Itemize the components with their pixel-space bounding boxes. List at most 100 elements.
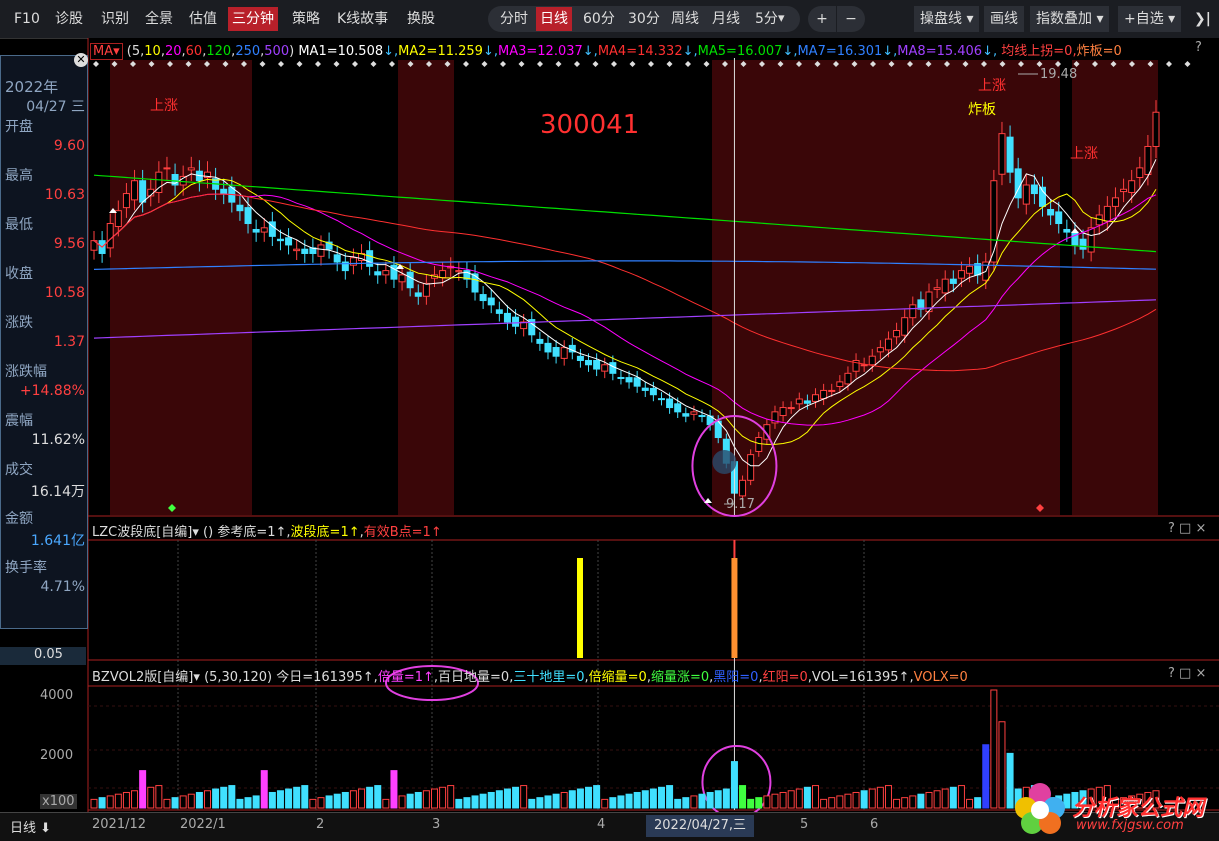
ma-indicator-select[interactable]: MA▾ — [90, 43, 123, 60]
toolbar-item-6[interactable]: 策略 — [288, 7, 324, 31]
close-info-panel-icon[interactable]: ✕ — [74, 53, 88, 67]
toolbar-item-5[interactable]: 三分钟 — [228, 7, 278, 31]
vol-bar-95 — [860, 790, 868, 809]
period-tab-1[interactable]: 日线 — [536, 7, 572, 31]
vol-bar-73 — [682, 797, 690, 809]
info-value-7: 16.14万 — [30, 484, 85, 500]
candle-body-30 — [333, 254, 341, 263]
lzc-window-controls[interactable]: ? □ × — [1168, 521, 1206, 536]
candle-body-71 — [666, 398, 674, 409]
vol-window-controls[interactable]: ? □ × — [1168, 666, 1206, 681]
vol-header: BZVOL2版[自编]▾ (5,30,120) 今日=161395↑,倍量=1↑… — [92, 670, 968, 685]
candle-body-81 — [747, 454, 755, 481]
vol-bar-100 — [901, 797, 909, 809]
toolbar-item-3[interactable]: 全景 — [141, 7, 177, 31]
ma-value-6: MA8=15.406↓, — [897, 44, 998, 59]
vol-bar-57 — [552, 793, 560, 809]
candle-body-60 — [576, 355, 584, 361]
vol-bar-102 — [917, 793, 925, 809]
vol-bar-25 — [293, 786, 301, 809]
flower-logo-icon — [1015, 783, 1065, 834]
period-tab-4[interactable]: 周线 — [667, 7, 703, 31]
vol-bar-13 — [195, 791, 203, 809]
ma-help-icon[interactable]: ? — [1195, 40, 1202, 55]
watermark-logo: 分析家公式网 www.fxjgsw.com — [1010, 778, 1215, 838]
candle-body-52 — [512, 316, 520, 327]
low-glow — [712, 450, 737, 474]
candle-body-21 — [260, 227, 268, 233]
period-tab-3[interactable]: 30分 — [624, 7, 664, 31]
vol-item-1: 倍量=1↑ — [377, 670, 434, 685]
ma-params: (5,10,20,60,120,250,500) — [126, 44, 299, 59]
strategy-line-dropdown[interactable]: 操盘线 ▾ — [914, 6, 980, 32]
candle-body-63 — [601, 364, 609, 372]
vol-bar-46 — [463, 797, 471, 809]
vol-bar-19 — [244, 797, 252, 809]
vol-bar-81 — [747, 798, 755, 809]
vol-bar-66 — [625, 793, 633, 809]
period-tab-5[interactable]: 月线 — [708, 7, 744, 31]
vol-item-5: 缩量涨=0 — [650, 670, 710, 685]
ma-val: 10.508 — [337, 44, 384, 59]
vol-bar-90 — [820, 798, 828, 809]
vol-bar-78 — [722, 788, 730, 809]
zoom-in-button[interactable]: + — [808, 6, 836, 32]
toolbar-item-2[interactable]: 识别 — [97, 7, 133, 31]
lzc-title[interactable]: LZC波段底[自编] — [92, 525, 192, 540]
candle-body-64 — [609, 362, 617, 374]
candle-body-116 — [1030, 184, 1038, 195]
info-value-4: 1.37 — [53, 334, 85, 350]
vol-bar-77 — [714, 790, 722, 809]
vol-bar-70 — [657, 786, 665, 809]
lzc-item-2: 有效B点=1↑ — [363, 525, 442, 540]
period-tab-0[interactable]: 分时 — [496, 7, 532, 31]
selected-date-label: 2022/04/27,三 — [646, 815, 755, 837]
vol-bar-103 — [925, 791, 933, 809]
vol-title[interactable]: BZVOL2版[自编] — [92, 670, 193, 685]
period-selector[interactable]: 日线 ⬇ — [10, 817, 51, 836]
vol-bar-62 — [593, 785, 601, 809]
candle-body-62 — [593, 359, 601, 370]
vol-bar-34 — [366, 786, 374, 809]
ma-name: MA3 — [497, 44, 527, 59]
zoom-out-button[interactable]: − — [837, 6, 865, 32]
vol-bar-93 — [844, 793, 852, 809]
candle-body-57 — [552, 347, 560, 357]
toolbar-item-0[interactable]: F10 — [10, 7, 44, 31]
toolbar-item-8[interactable]: 换股 — [403, 7, 439, 31]
collapse-icon[interactable]: ❯| — [1190, 7, 1215, 31]
ma-param-0: 5 — [131, 44, 141, 59]
vol-bar-36 — [382, 798, 390, 809]
vol-item-8: VOL=161395↑ — [811, 670, 910, 685]
vol-bar-85 — [779, 791, 787, 809]
toolbar: F10 诊股 识别 全景 估值 三分钟 策略 K线故事 换股 分时 日线 60分 30分 周线 月线 5分 … — [0, 0, 1219, 39]
vol-bar-23 — [276, 790, 284, 809]
vol-bar-9 — [163, 798, 171, 809]
add-watchlist-dropdown[interactable]: +自选 ▾ — [1118, 6, 1182, 32]
vol-bar-43 — [439, 786, 447, 809]
candle-body-26 — [301, 248, 309, 254]
toolbar-item-7[interactable]: K线故事 — [333, 7, 392, 31]
draw-line-button[interactable]: 画线 — [984, 6, 1024, 32]
info-label-2: 最低 — [5, 217, 33, 233]
kline-chart[interactable]: 30004119.489.17上涨 炸板上涨上涨 — [0, 38, 1219, 838]
info-value-9: 4.71% — [40, 579, 85, 595]
candle-body-130 — [1144, 145, 1152, 176]
vol-ytick-unit: x100 — [40, 794, 77, 809]
candle-body-39 — [406, 271, 414, 289]
info-label-8: 金额 — [5, 511, 33, 527]
vol-bar-101 — [909, 795, 917, 809]
index-overlay-dropdown[interactable]: 指数叠加 ▾ — [1030, 6, 1110, 32]
toolbar-item-4[interactable]: 估值 — [185, 7, 221, 31]
vol-bar-24 — [285, 788, 293, 809]
period-down-icon: ⬇ — [40, 821, 52, 836]
vol-bar-12 — [187, 793, 195, 809]
candle-body-4 — [122, 193, 130, 209]
vol-bar-105 — [941, 788, 949, 809]
toolbar-item-1[interactable]: 诊股 — [51, 7, 87, 31]
period-tab-2[interactable]: 60分 — [579, 7, 619, 31]
vol-item-4: 倍缩量=0 — [588, 670, 647, 685]
candle-body-89 — [812, 394, 820, 402]
signal-label-3: 上涨 — [1070, 146, 1098, 162]
date-label-6: 5 — [800, 817, 809, 832]
